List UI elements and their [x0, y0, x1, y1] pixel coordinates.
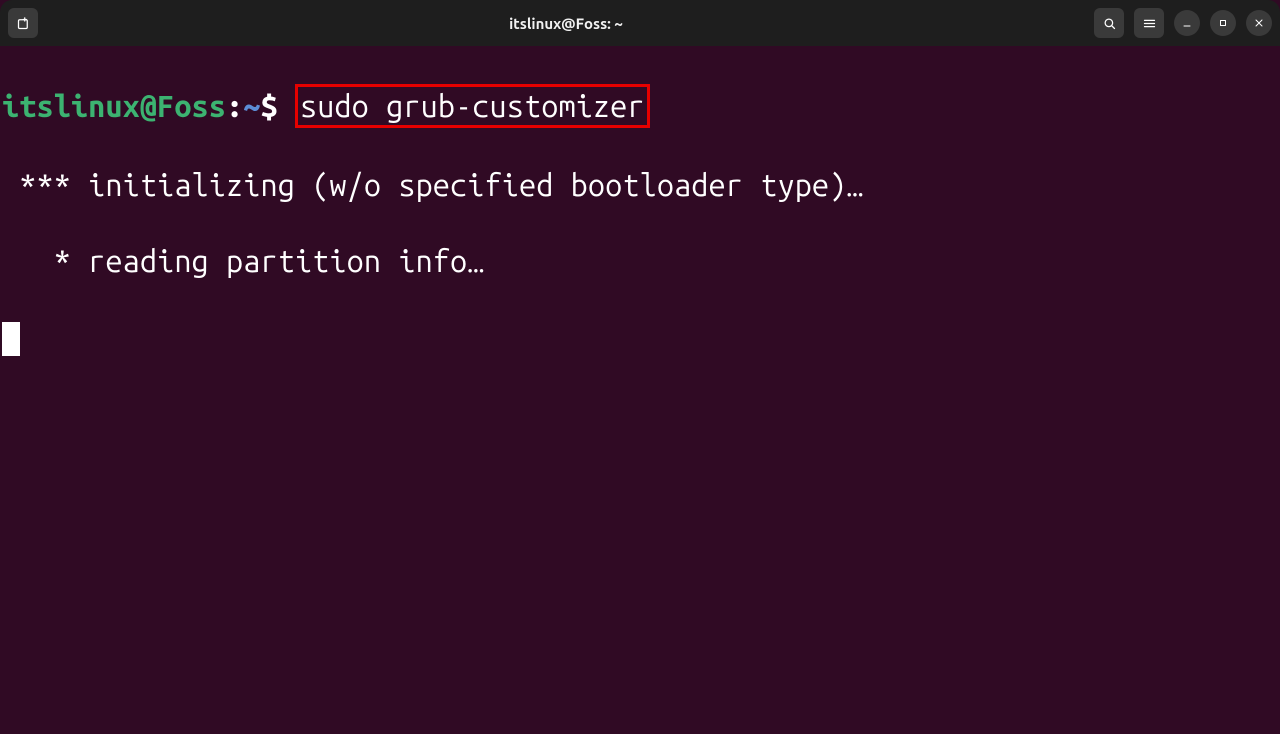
output-line-1: *** initializing (w/o specified bootload…: [2, 166, 1280, 204]
output-line-2: * reading partition info…: [2, 242, 1280, 280]
titlebar: itslinux@Foss: ~: [0, 0, 1280, 46]
new-tab-icon: [16, 16, 31, 31]
prompt-separator: :: [226, 88, 243, 123]
search-button[interactable]: [1094, 8, 1124, 38]
command-highlight: sudo grub-customizer: [295, 84, 650, 128]
new-tab-button[interactable]: [8, 8, 38, 38]
window-title: itslinux@Foss: ~: [38, 15, 1094, 32]
minimize-icon: [1181, 17, 1193, 29]
titlebar-left: [8, 8, 38, 38]
close-button[interactable]: [1246, 10, 1272, 36]
prompt-line: itslinux@Foss:~$ sudo grub-customizer: [2, 84, 1280, 128]
prompt-user-host: itslinux@Foss: [2, 88, 226, 123]
hamburger-icon: [1142, 16, 1157, 31]
maximize-button[interactable]: [1210, 10, 1236, 36]
minimize-button[interactable]: [1174, 10, 1200, 36]
maximize-icon: [1217, 17, 1229, 29]
titlebar-right: [1094, 8, 1272, 38]
text-cursor: [2, 322, 20, 356]
menu-button[interactable]: [1134, 8, 1164, 38]
prompt-path: ~: [243, 88, 260, 123]
typed-command: sudo grub-customizer: [300, 88, 645, 123]
prompt-symbol: $: [261, 88, 278, 123]
close-icon: [1253, 17, 1265, 29]
cursor-line: [2, 318, 1280, 356]
search-icon: [1102, 16, 1117, 31]
terminal-area[interactable]: itslinux@Foss:~$ sudo grub-customizer **…: [0, 46, 1280, 734]
